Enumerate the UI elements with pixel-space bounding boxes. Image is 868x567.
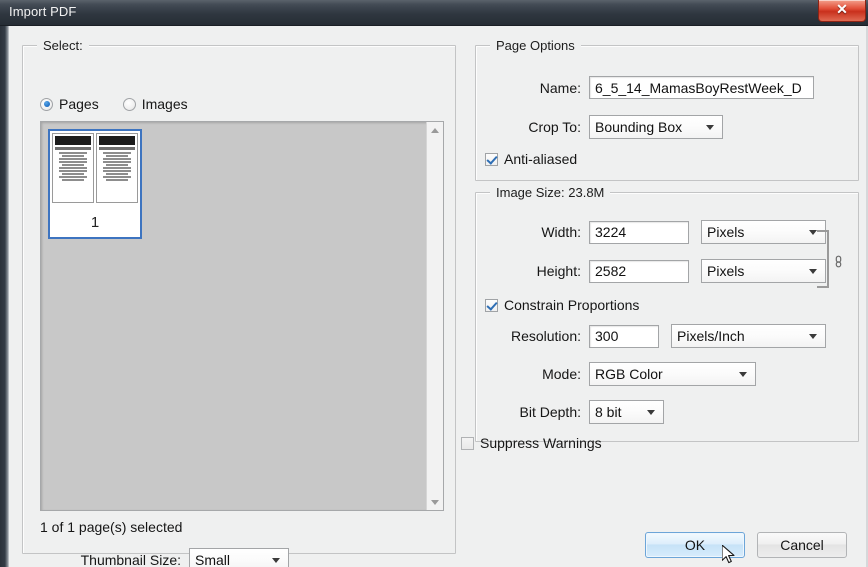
chevron-down-icon bbox=[706, 125, 714, 130]
constrain-proportions-label: Constrain Proportions bbox=[504, 297, 640, 313]
suppress-warnings-label: Suppress Warnings bbox=[480, 435, 602, 451]
bit-depth-select[interactable]: 8 bit bbox=[589, 400, 664, 424]
resolution-unit-value: Pixels/Inch bbox=[677, 328, 745, 344]
thumbnail-page-number: 1 bbox=[90, 214, 100, 231]
pages-selected-status: 1 of 1 page(s) selected bbox=[40, 519, 183, 535]
chevron-down-icon bbox=[272, 558, 280, 563]
chevron-down-icon bbox=[809, 334, 817, 339]
mini-page-left bbox=[52, 133, 94, 203]
name-row: Name: 6_5_14_MamasBoyRestWeek_D bbox=[486, 76, 814, 99]
chevron-down-icon bbox=[809, 230, 817, 235]
select-radio-group: Pages Images bbox=[40, 96, 212, 112]
select-group: Select: Pages Images 1 1 of 1 page(s) se… bbox=[22, 38, 456, 567]
mode-row: Mode: RGB Color bbox=[486, 362, 756, 386]
anti-aliased-checkbox[interactable]: Anti-aliased bbox=[485, 151, 577, 167]
resolution-input[interactable]: 300 bbox=[589, 324, 659, 348]
select-group-title: Select: bbox=[37, 38, 89, 53]
constrain-proportions-checkbox[interactable]: Constrain Proportions bbox=[485, 297, 639, 313]
checkbox-icon bbox=[485, 298, 498, 312]
radio-images-label: Images bbox=[141, 96, 188, 112]
width-unit-value: Pixels bbox=[707, 224, 745, 240]
ok-button[interactable]: OK bbox=[645, 532, 745, 558]
width-label: Width: bbox=[541, 224, 581, 240]
height-row: Height: 2582 Pixels bbox=[486, 259, 826, 283]
scroll-up-icon[interactable] bbox=[427, 122, 443, 138]
radio-images-icon bbox=[122, 97, 136, 111]
chevron-down-icon bbox=[647, 410, 655, 415]
thumbnail-page-1[interactable]: 1 bbox=[48, 129, 142, 239]
crop-to-label: Crop To: bbox=[528, 119, 581, 135]
chain-link-glyph bbox=[835, 255, 842, 268]
bit-depth-value: 8 bit bbox=[595, 404, 622, 420]
mini-page-right bbox=[96, 133, 138, 203]
chevron-down-icon bbox=[739, 372, 747, 377]
width-input-value: 3224 bbox=[595, 224, 627, 240]
window-titlebar: Import PDF ✕ bbox=[0, 0, 868, 26]
dimension-link-bracket bbox=[817, 230, 829, 288]
thumbnail-size-label: Thumbnail Size: bbox=[80, 552, 181, 567]
width-unit-select[interactable]: Pixels bbox=[701, 220, 826, 244]
import-pdf-dialog: Import PDF ✕ Select: Pages Images 1 1 of… bbox=[0, 0, 868, 567]
height-input[interactable]: 2582 bbox=[589, 259, 689, 283]
checkbox-icon bbox=[485, 152, 498, 166]
name-input-value: 6_5_14_MamasBoyRestWeek_D bbox=[595, 79, 802, 96]
radio-pages-label: Pages bbox=[59, 96, 99, 112]
width-row: Width: 3224 Pixels bbox=[486, 220, 826, 244]
thumbnail-size-row: Thumbnail Size: Small bbox=[61, 548, 289, 567]
close-button[interactable]: ✕ bbox=[818, 0, 866, 22]
crop-to-select[interactable]: Bounding Box bbox=[589, 115, 723, 139]
resolution-row: Resolution: 300 Pixels/Inch bbox=[486, 324, 826, 348]
suppress-warnings-checkbox[interactable]: Suppress Warnings bbox=[461, 435, 602, 451]
thumbnail-size-select[interactable]: Small bbox=[189, 548, 289, 567]
height-input-value: 2582 bbox=[595, 263, 627, 279]
crop-to-value: Bounding Box bbox=[595, 119, 683, 135]
chevron-down-icon bbox=[809, 269, 817, 274]
mini-page-bar bbox=[99, 147, 135, 150]
resolution-label: Resolution: bbox=[510, 328, 581, 344]
image-size-title: Image Size: 23.8M bbox=[490, 185, 611, 200]
radio-pages-icon bbox=[40, 97, 53, 111]
dialog-body: Select: Pages Images 1 1 of 1 page(s) se… bbox=[9, 26, 866, 567]
height-label: Height: bbox=[536, 263, 581, 279]
thumbnail-preview bbox=[52, 133, 138, 203]
resolution-unit-select[interactable]: Pixels/Inch bbox=[671, 324, 826, 348]
thumbnail-size-value: Small bbox=[195, 552, 231, 567]
radio-images[interactable]: Images bbox=[122, 96, 188, 112]
mode-label: Mode: bbox=[542, 366, 581, 382]
mode-select[interactable]: RGB Color bbox=[589, 362, 756, 386]
page-options-group: Page Options Name: 6_5_14_MamasBoyRestWe… bbox=[475, 38, 859, 181]
mini-page-header bbox=[55, 136, 91, 145]
checkbox-icon bbox=[461, 436, 474, 450]
close-icon: ✕ bbox=[836, 1, 848, 17]
name-label: Name: bbox=[539, 79, 581, 96]
width-input[interactable]: 3224 bbox=[589, 220, 689, 244]
window-title: Import PDF bbox=[9, 4, 77, 19]
radio-pages[interactable]: Pages bbox=[40, 96, 99, 112]
mode-value: RGB Color bbox=[595, 366, 663, 382]
ok-button-label: OK bbox=[684, 537, 706, 553]
chain-link-icon[interactable] bbox=[833, 254, 844, 270]
name-input[interactable]: 6_5_14_MamasBoyRestWeek_D bbox=[589, 76, 814, 99]
resolution-input-value: 300 bbox=[595, 328, 619, 344]
cancel-button[interactable]: Cancel bbox=[757, 532, 847, 558]
page-options-title: Page Options bbox=[490, 38, 581, 53]
cancel-button-label: Cancel bbox=[780, 537, 824, 553]
scroll-down-icon[interactable] bbox=[427, 494, 443, 510]
thumbnail-panel[interactable]: 1 bbox=[40, 121, 444, 511]
mini-page-header bbox=[99, 136, 135, 145]
crop-to-row: Crop To: Bounding Box bbox=[486, 115, 723, 139]
anti-aliased-label: Anti-aliased bbox=[504, 151, 578, 167]
window-left-border bbox=[0, 26, 9, 567]
bit-depth-label: Bit Depth: bbox=[519, 404, 581, 420]
bit-depth-row: Bit Depth: 8 bit bbox=[486, 400, 664, 424]
thumbnail-scrollbar[interactable] bbox=[426, 122, 443, 510]
height-unit-value: Pixels bbox=[707, 263, 745, 279]
image-size-group: Image Size: 23.8M Width: 3224 Pixels Hei… bbox=[475, 185, 859, 442]
height-unit-select[interactable]: Pixels bbox=[701, 259, 826, 283]
mini-page-bar bbox=[55, 147, 91, 150]
